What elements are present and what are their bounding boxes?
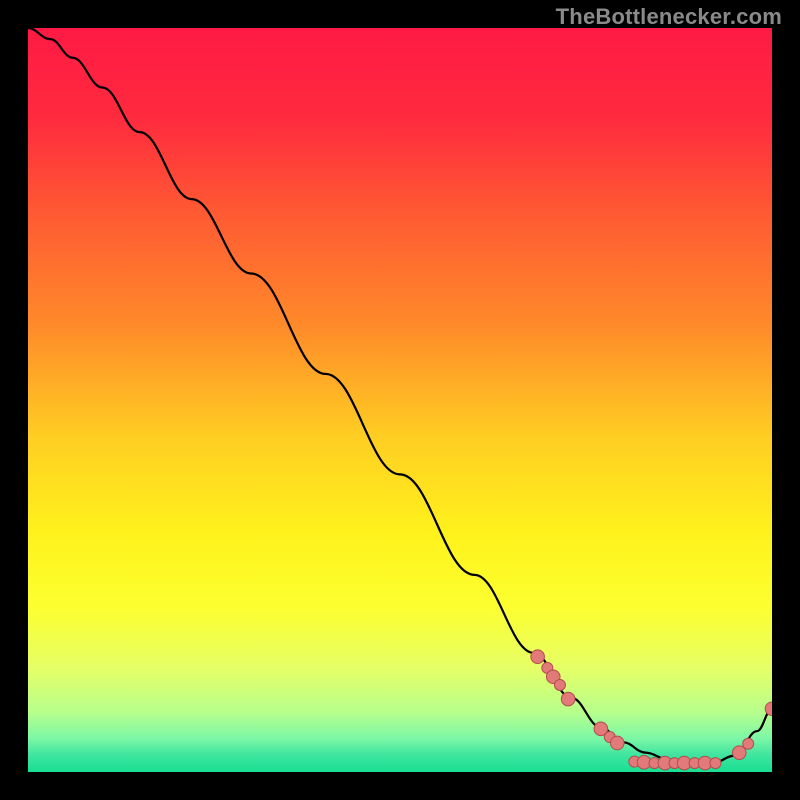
data-point <box>743 738 754 749</box>
data-point <box>554 679 565 690</box>
attribution-label: TheBottlenecker.com <box>556 4 782 30</box>
bottleneck-chart <box>28 28 772 772</box>
chart-background <box>28 28 772 772</box>
data-point <box>561 692 575 706</box>
data-point <box>610 736 624 750</box>
data-point <box>531 650 545 664</box>
data-point <box>710 758 721 769</box>
